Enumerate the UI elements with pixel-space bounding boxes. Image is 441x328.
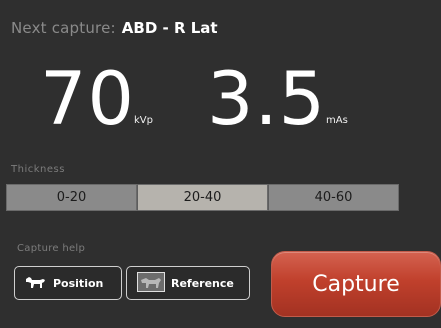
dog-icon: [23, 274, 47, 293]
thickness-option-20-40[interactable]: 20-40: [137, 184, 268, 211]
reference-button[interactable]: Reference: [126, 266, 250, 300]
reference-button-label: Reference: [171, 276, 234, 290]
thickness-option-40-60[interactable]: 40-60: [268, 184, 399, 211]
thickness-option-0-20[interactable]: 0-20: [6, 184, 137, 211]
capture-button[interactable]: Capture: [271, 251, 441, 317]
next-capture: Next capture: ABD - R Lat: [11, 19, 218, 37]
xray-thumbnail-icon: [137, 271, 165, 295]
next-capture-label: Next capture:: [11, 19, 116, 37]
capture-help-label: Capture help: [17, 243, 86, 254]
mas-value[interactable]: 3.5: [207, 60, 326, 140]
mas-unit: mAs: [326, 115, 348, 126]
kv-unit: kVp: [134, 115, 153, 126]
position-button-label: Position: [53, 276, 104, 290]
kv-value[interactable]: 70: [40, 60, 135, 140]
capture-panel: Next capture: ABD - R Lat 70 kVp 3.5 mAs …: [0, 0, 441, 328]
thickness-selector: 0-20 20-40 40-60: [6, 184, 399, 211]
thickness-label: Thickness: [11, 164, 65, 175]
position-button[interactable]: Position: [14, 266, 122, 300]
next-capture-value: ABD - R Lat: [121, 19, 218, 37]
